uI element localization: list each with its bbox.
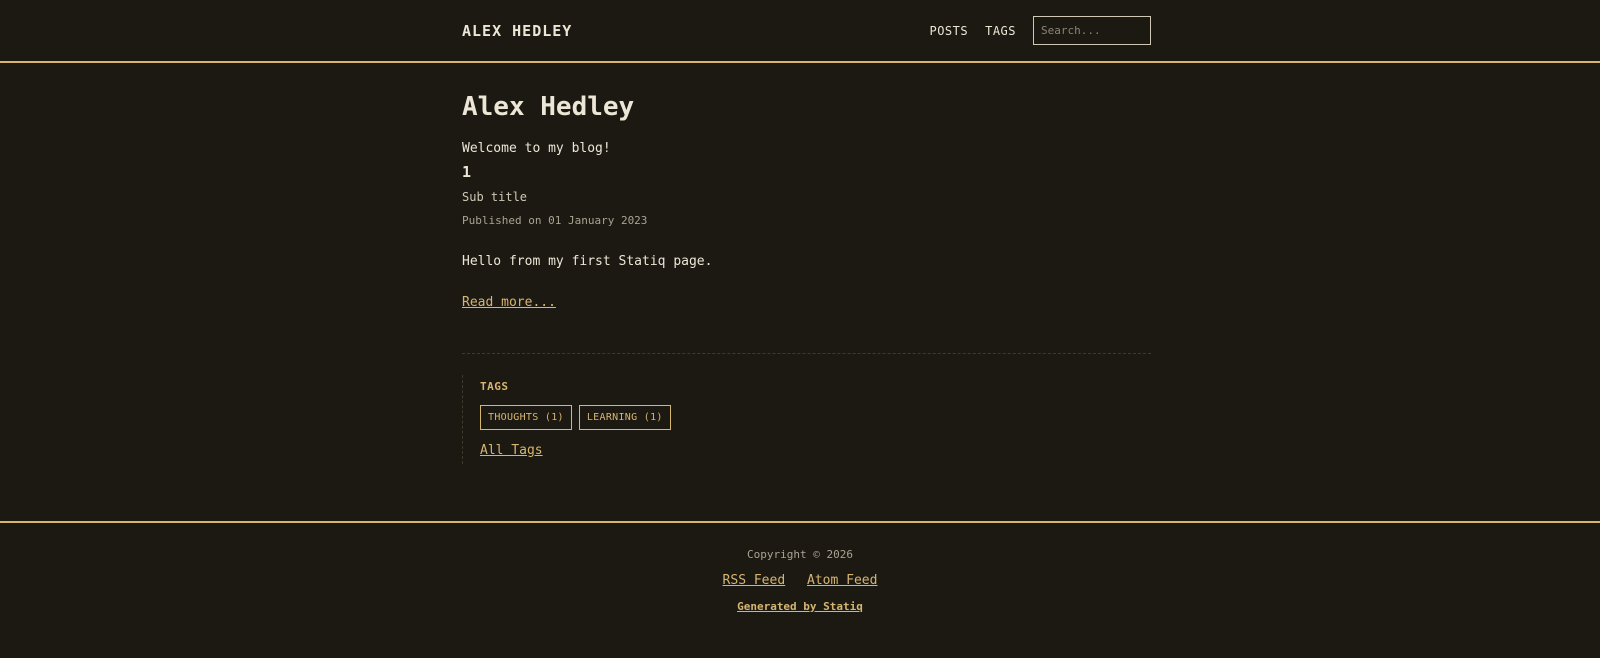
page-title: Alex Hedley	[462, 92, 635, 122]
generated-by-link[interactable]: Generated by Statiq	[737, 600, 863, 613]
site-footer: Copyright © 2026 RSS Feed Atom Feed Gene…	[0, 523, 1600, 614]
section-divider	[462, 353, 1151, 354]
tag-thoughts[interactable]: THOUGHTS (1)	[480, 405, 572, 430]
intro-text: Welcome to my blog!	[462, 141, 611, 156]
nav-posts-link[interactable]: POSTS	[929, 24, 968, 38]
post-excerpt: Hello from my first Statiq page.	[462, 254, 713, 269]
copyright-text: Copyright © 2026	[747, 548, 853, 561]
atom-feed-link[interactable]: Atom Feed	[807, 573, 877, 588]
feed-links: RSS Feed Atom Feed	[0, 573, 1600, 588]
post-title: 1	[462, 163, 472, 181]
tags-panel: TAGS THOUGHTS (1) LEARNING (1) All Tags	[462, 375, 1151, 464]
all-tags-link[interactable]: All Tags	[480, 443, 543, 458]
tag-learning[interactable]: LEARNING (1)	[578, 405, 671, 430]
nav-tags-link[interactable]: TAGS	[985, 24, 1016, 38]
tag-list: THOUGHTS (1) LEARNING (1)	[480, 405, 1151, 430]
search-input[interactable]	[1033, 16, 1151, 45]
site-header: ALEX HEDLEY POSTS TAGS	[0, 0, 1600, 63]
tags-heading: TAGS	[480, 380, 509, 393]
post-summary: 1 Sub title Published on 01 January 2023…	[462, 163, 1151, 310]
post-subtitle: Sub title	[462, 190, 528, 204]
main-nav: POSTS TAGS	[929, 16, 1151, 45]
site-brand-link[interactable]: ALEX HEDLEY	[462, 22, 572, 40]
main-content: Alex Hedley Welcome to my blog! 1 Sub ti…	[0, 63, 1600, 523]
post-date: Published on 01 January 2023	[462, 214, 648, 227]
read-more-link[interactable]: Read more...	[462, 295, 556, 310]
rss-feed-link[interactable]: RSS Feed	[723, 573, 786, 588]
